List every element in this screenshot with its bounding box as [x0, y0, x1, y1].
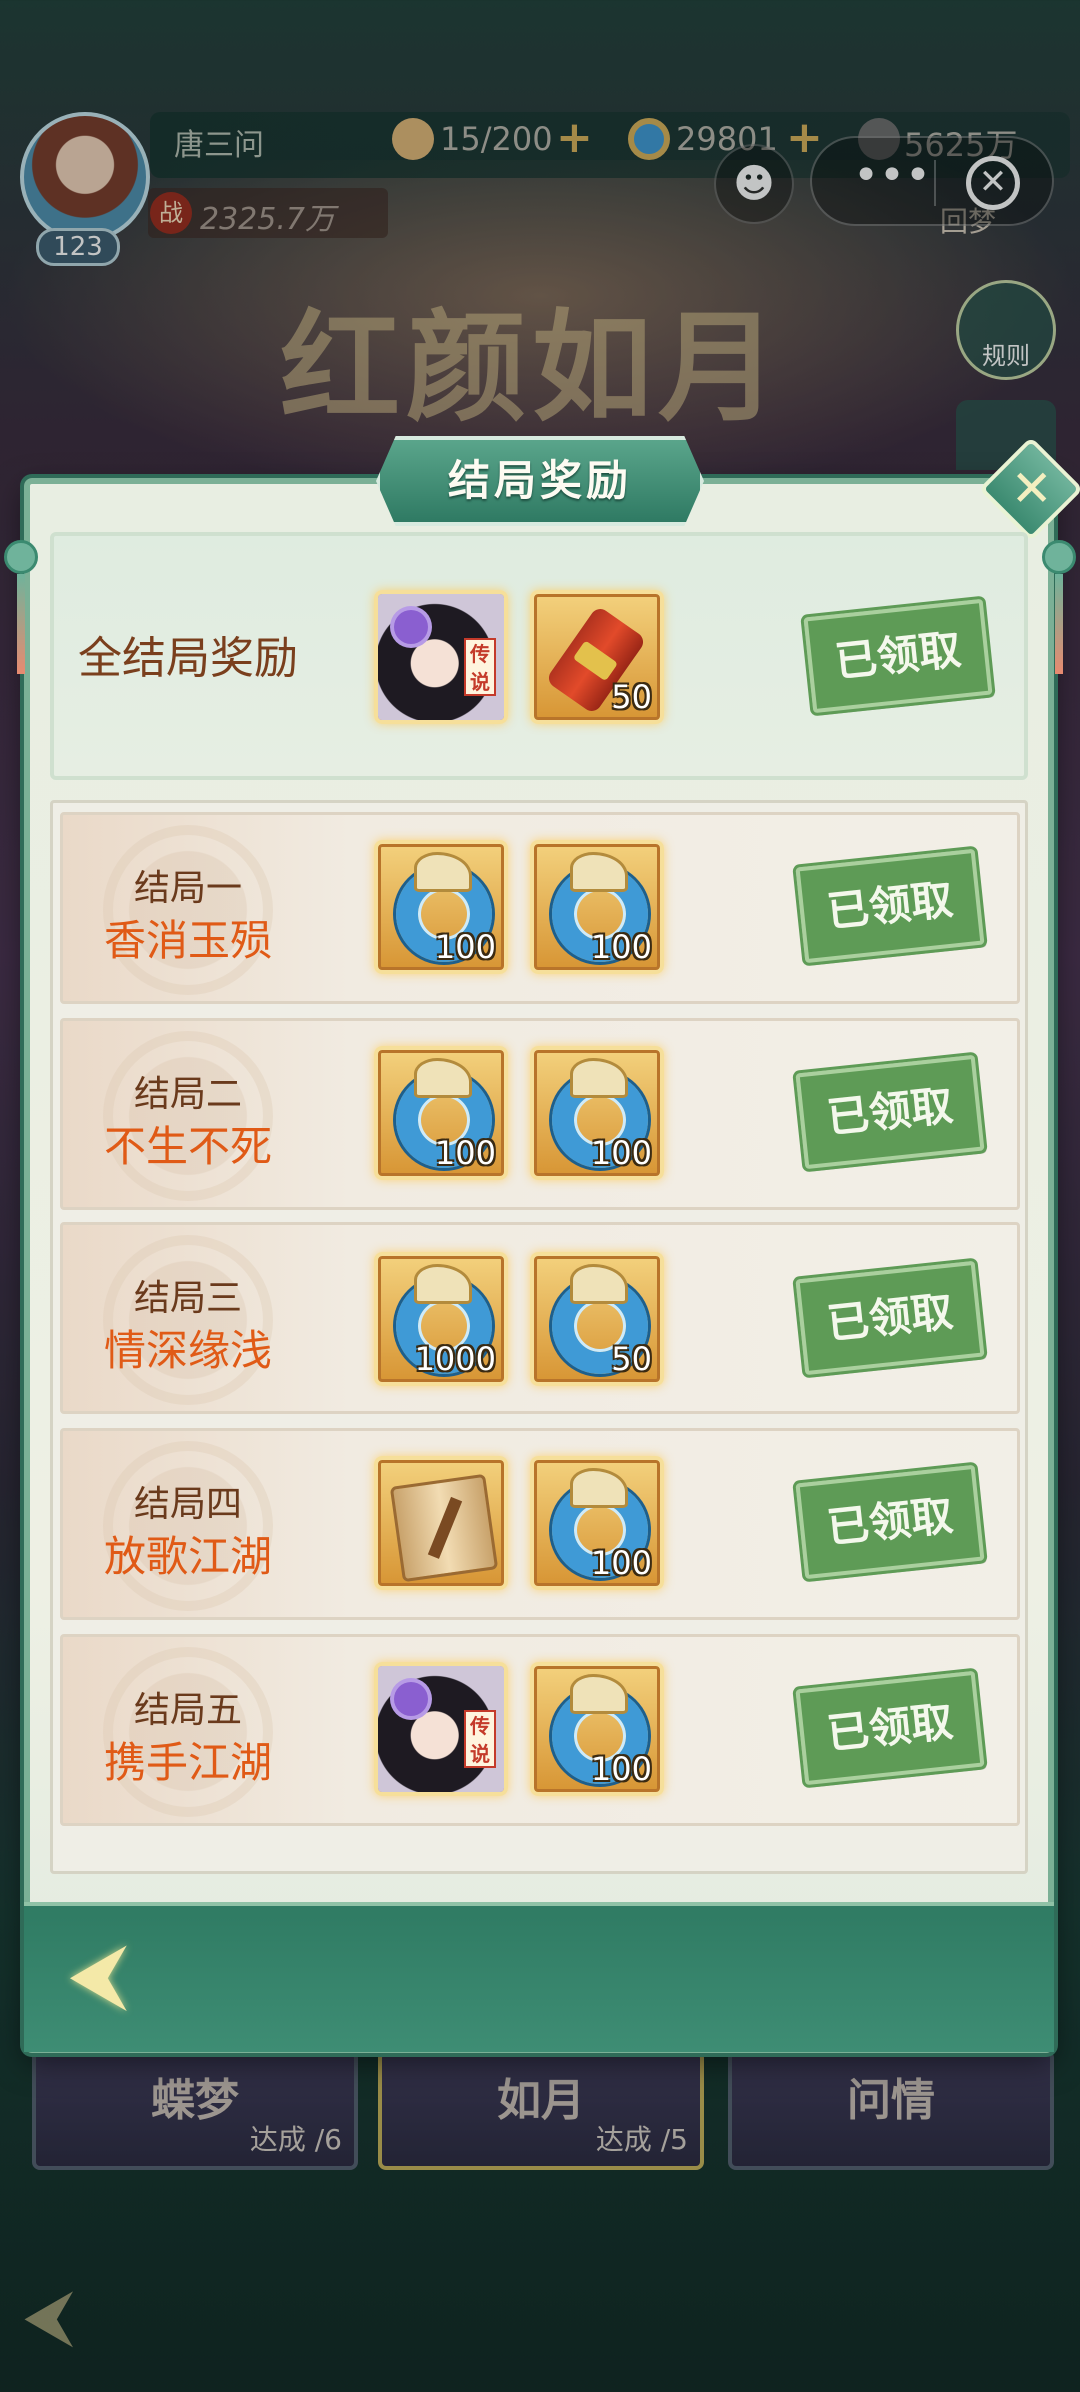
reward-slot[interactable]: 1000: [374, 1252, 508, 1386]
reward-quantity: 100: [590, 1750, 652, 1788]
reward-slot[interactable]: 传说: [374, 590, 508, 724]
ending-label: 结局五: [133, 1690, 242, 1731]
all-endings-label: 全结局奖励: [78, 633, 298, 684]
modal-title: 结局奖励: [447, 456, 632, 505]
reward-quantity: 1000: [414, 1340, 496, 1378]
jade-ring-crest: [570, 1058, 628, 1098]
reward-slot[interactable]: 100: [374, 840, 508, 974]
jade-ring-crest: [414, 1264, 472, 1304]
reward-quantity: 100: [590, 928, 652, 966]
reward-slot[interactable]: 100: [530, 840, 664, 974]
ending-label: 结局三: [133, 1278, 242, 1319]
jade-ring-crest: [570, 1264, 628, 1304]
claimed-stamp: 已领取: [792, 1461, 988, 1583]
legendary-tag: 传说: [464, 1710, 496, 1768]
map-scroll-icon: [389, 1473, 499, 1583]
hair-flower: [394, 610, 428, 644]
claimed-stamp: 已领取: [800, 595, 996, 717]
left-tassel-ornament: [4, 540, 38, 680]
ending-name: 不生不死: [103, 1122, 272, 1171]
ending-name: 香消玉殒: [103, 916, 272, 965]
ending-name: 放歌江湖: [103, 1532, 272, 1581]
claimed-stamp: 已领取: [792, 1667, 988, 1789]
reward-quantity: 50: [611, 1340, 652, 1378]
reward-slot[interactable]: [374, 1456, 508, 1590]
reward-slot[interactable]: 100: [530, 1662, 664, 1796]
hair-flower: [394, 1682, 428, 1716]
reward-slot[interactable]: 100: [530, 1046, 664, 1180]
reward-quantity: 50: [611, 678, 652, 716]
right-tassel-ornament: [1042, 540, 1076, 680]
reward-quantity: 100: [434, 1134, 496, 1172]
reward-slot[interactable]: 100: [374, 1046, 508, 1180]
modal-footer: [24, 1902, 1054, 2052]
claimed-stamp: 已领取: [792, 1051, 988, 1173]
back-arrow-icon[interactable]: ⮜: [46, 1937, 150, 2011]
jade-ring-crest: [414, 852, 472, 892]
jade-ring-crest: [570, 1468, 628, 1508]
ending-name: 携手江湖: [103, 1738, 272, 1787]
reward-slot[interactable]: 50: [530, 590, 664, 724]
ending-label: 结局一: [133, 868, 242, 909]
reward-slot[interactable]: 100: [530, 1456, 664, 1590]
close-icon: ✕: [1010, 459, 1053, 518]
jade-ring-crest: [570, 1674, 628, 1714]
claimed-stamp: 已领取: [792, 845, 988, 967]
ending-label: 结局二: [133, 1074, 242, 1115]
claimed-stamp: 已领取: [792, 1257, 988, 1379]
jade-ring-crest: [570, 852, 628, 892]
reward-quantity: 100: [590, 1544, 652, 1582]
reward-slot[interactable]: 传说: [374, 1662, 508, 1796]
reward-slot[interactable]: 50: [530, 1252, 664, 1386]
jade-ring-crest: [414, 1058, 472, 1098]
reward-quantity: 100: [590, 1134, 652, 1172]
reward-quantity: 100: [434, 928, 496, 966]
legendary-tag: 传说: [464, 638, 496, 696]
ending-label: 结局四: [133, 1484, 242, 1525]
ending-name: 情深缘浅: [103, 1326, 272, 1375]
